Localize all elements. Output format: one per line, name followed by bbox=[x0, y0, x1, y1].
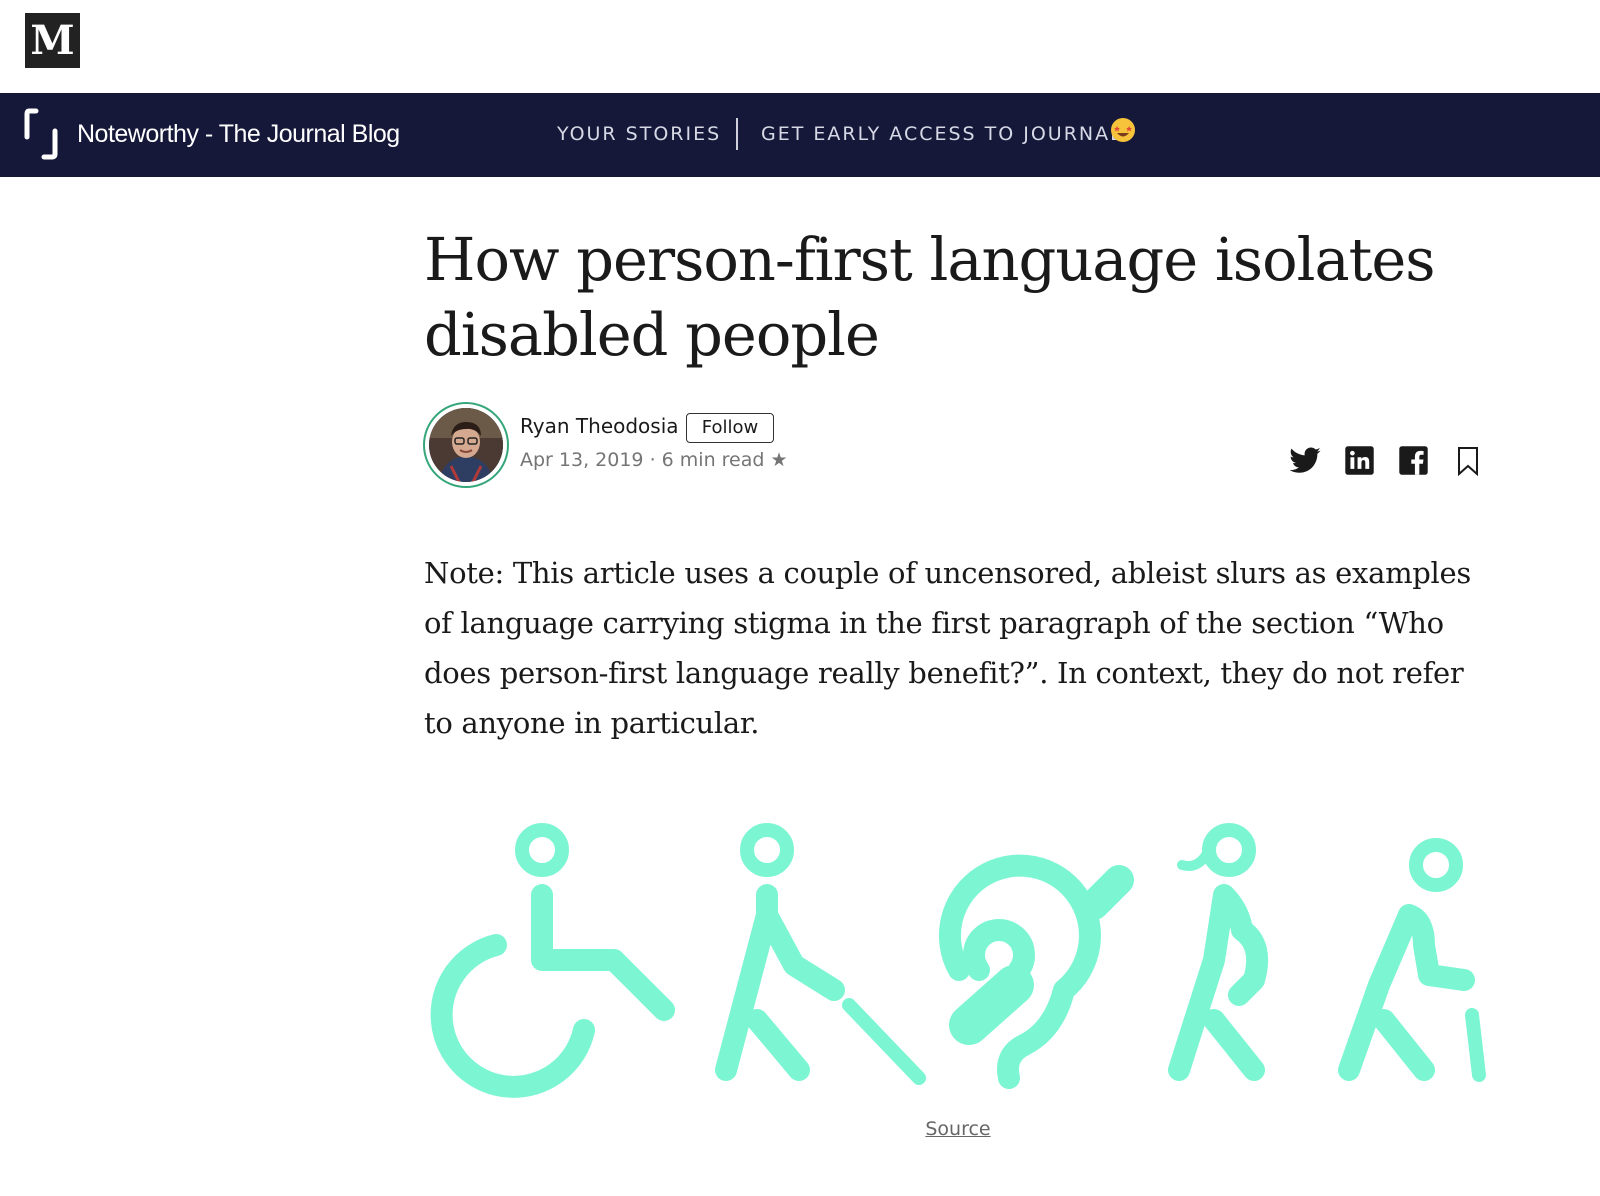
wheelchair-icon bbox=[430, 823, 675, 1098]
twitter-icon[interactable] bbox=[1288, 444, 1322, 478]
blind-person-cane-icon bbox=[715, 823, 926, 1085]
nav-early-access[interactable]: GET EARLY ACCESS TO JOURNAL bbox=[761, 123, 1123, 145]
hearing-impaired-icon bbox=[938, 854, 1134, 1089]
avatar-portrait-icon bbox=[429, 408, 503, 482]
read-time: 6 min read bbox=[661, 449, 765, 471]
nav-your-stories[interactable]: YOUR STORIES bbox=[557, 123, 721, 145]
journal-bracket-icon[interactable] bbox=[24, 107, 60, 161]
figure-caption: Source bbox=[0, 1118, 1600, 1140]
publish-date[interactable]: Apr 13, 2019 bbox=[520, 449, 644, 471]
bookmark-icon[interactable] bbox=[1456, 446, 1480, 476]
meta-separator: · bbox=[643, 449, 662, 471]
medium-logo-icon[interactable]: M bbox=[25, 13, 80, 68]
author-avatar[interactable] bbox=[429, 408, 503, 482]
publication-navbar: Noteworthy - The Journal Blog YOUR STORI… bbox=[0, 93, 1600, 177]
accessibility-figure bbox=[430, 823, 1486, 1098]
pregnant-person-icon bbox=[1168, 823, 1268, 1081]
nav-divider bbox=[736, 118, 738, 150]
caption-source-link[interactable]: Source bbox=[925, 1118, 990, 1140]
publication-name-link[interactable]: Noteworthy - The Journal Blog bbox=[77, 120, 400, 149]
follow-button[interactable]: Follow bbox=[686, 413, 774, 443]
author-name-link[interactable]: Ryan Theodosia bbox=[520, 414, 679, 438]
facebook-icon[interactable] bbox=[1398, 445, 1429, 476]
article-title: How person-first language isolates disab… bbox=[424, 225, 1436, 369]
article-paragraph: Note: This article uses a couple of unce… bbox=[424, 556, 1471, 740]
article-meta: Apr 13, 2019 · 6 min read ★ bbox=[520, 449, 788, 471]
elderly-person-cane-icon bbox=[1338, 838, 1486, 1082]
site-header: M bbox=[0, 0, 1600, 93]
linkedin-icon[interactable] bbox=[1344, 445, 1375, 476]
star-struck-emoji-icon bbox=[1111, 118, 1135, 142]
member-star-icon: ★ bbox=[770, 449, 788, 471]
